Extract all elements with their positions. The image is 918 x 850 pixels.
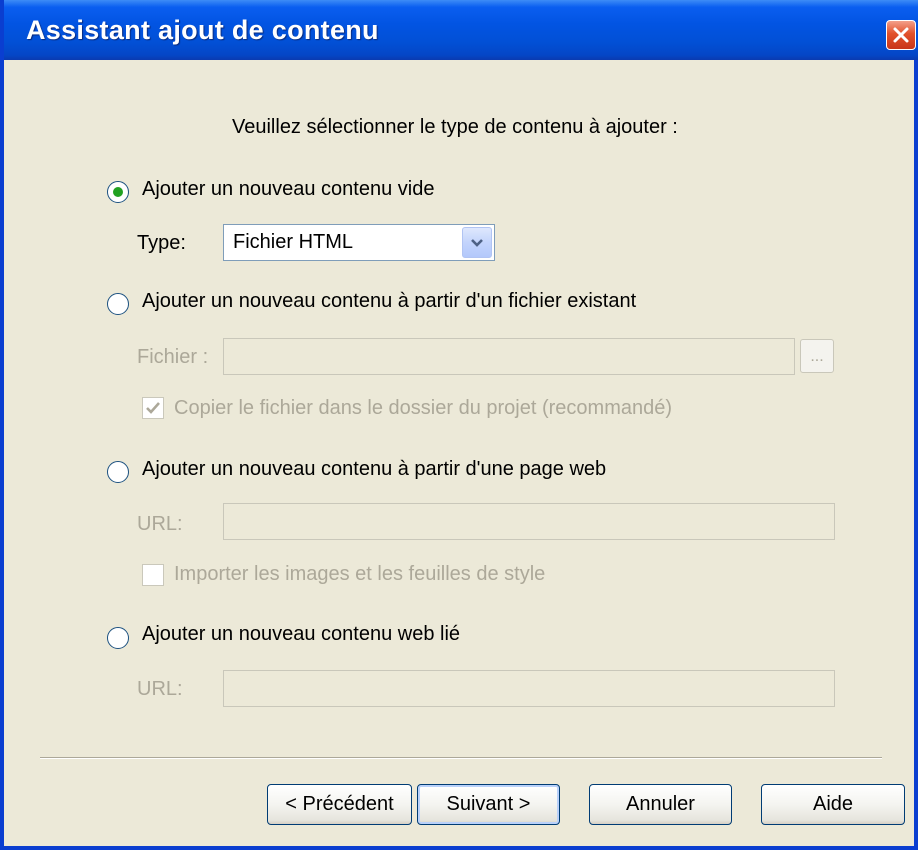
browse-file-button[interactable]: ... bbox=[800, 339, 834, 373]
cancel-button[interactable]: Annuler bbox=[589, 784, 732, 825]
radio-from-file[interactable] bbox=[107, 293, 129, 315]
radio-empty-content[interactable] bbox=[107, 181, 129, 203]
type-select-dropdown-button[interactable] bbox=[462, 227, 492, 258]
option-empty-label[interactable]: Ajouter un nouveau contenu vide bbox=[142, 178, 434, 201]
window-title: Assistant ajout de contenu bbox=[26, 15, 379, 45]
close-button[interactable] bbox=[886, 20, 916, 50]
file-label: Fichier : bbox=[137, 346, 209, 368]
copy-file-checkbox[interactable] bbox=[142, 397, 164, 419]
import-images-checkbox[interactable] bbox=[142, 564, 164, 586]
type-label: Type: bbox=[137, 232, 186, 254]
radio-selected-dot bbox=[113, 187, 123, 197]
linked-url-input[interactable] bbox=[223, 670, 835, 707]
copy-file-label: Copier le fichier dans le dossier du pro… bbox=[174, 397, 673, 419]
radio-linked-web[interactable] bbox=[107, 627, 129, 649]
title-bar[interactable]: Assistant ajout de contenu bbox=[4, 0, 918, 60]
instruction-text: Veuillez sélectionner le type de contenu… bbox=[232, 116, 678, 138]
web-url-label: URL: bbox=[137, 513, 183, 535]
web-url-input[interactable] bbox=[223, 503, 835, 540]
linked-url-label: URL: bbox=[137, 678, 183, 700]
option-from-file-label[interactable]: Ajouter un nouveau contenu à partir d'un… bbox=[142, 290, 636, 313]
dialog-window: Assistant ajout de contenu Veuillez séle… bbox=[0, 0, 918, 850]
next-button[interactable]: Suivant > bbox=[417, 784, 560, 825]
checkmark-icon bbox=[146, 402, 160, 414]
option-from-web-label[interactable]: Ajouter un nouveau contenu à partir d'un… bbox=[142, 458, 606, 481]
close-icon bbox=[893, 27, 909, 43]
type-select-value: Fichier HTML bbox=[233, 231, 354, 253]
type-select[interactable]: Fichier HTML bbox=[223, 224, 495, 261]
import-images-label: Importer les images et les feuilles de s… bbox=[174, 563, 546, 585]
radio-from-web-page[interactable] bbox=[107, 461, 129, 483]
file-path-input[interactable] bbox=[223, 338, 795, 375]
button-separator bbox=[40, 757, 882, 759]
chevron-down-icon bbox=[471, 238, 483, 247]
previous-button[interactable]: < Précédent bbox=[267, 784, 412, 825]
option-linked-web-label[interactable]: Ajouter un nouveau contenu web lié bbox=[142, 623, 460, 646]
help-button[interactable]: Aide bbox=[761, 784, 905, 825]
